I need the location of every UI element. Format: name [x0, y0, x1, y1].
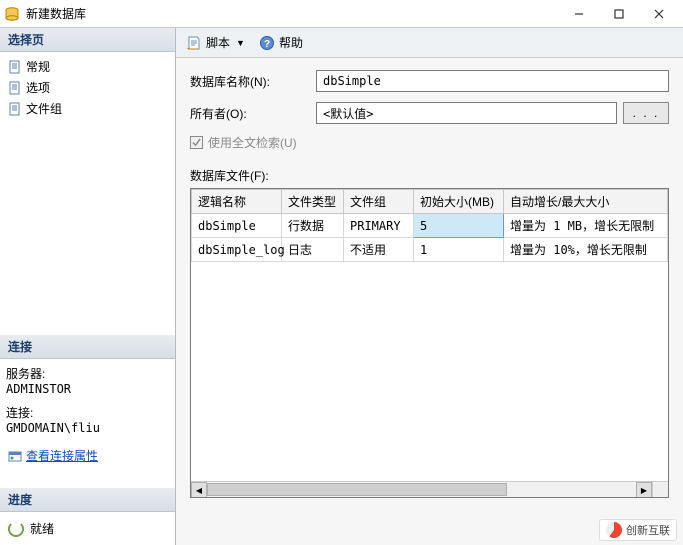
col-file-type[interactable]: 文件类型 — [282, 190, 344, 214]
database-icon — [4, 6, 20, 22]
watermark: 创新互联 — [599, 519, 677, 541]
titlebar: 新建数据库 — [0, 0, 683, 28]
status-text: 就绪 — [30, 520, 54, 537]
close-button[interactable] — [639, 1, 679, 27]
cell-name[interactable]: dbSimple — [192, 214, 282, 238]
connection-value: GMDOMAIN\fliu — [6, 421, 169, 435]
files-grid: 逻辑名称 文件类型 文件组 初始大小(MB) 自动增长/最大大小 dbSimpl… — [190, 188, 669, 498]
cell-type[interactable]: 行数据 — [282, 214, 344, 238]
page-icon — [8, 81, 22, 95]
cell-group[interactable]: 不适用 — [344, 238, 414, 262]
db-name-label: 数据库名称(N): — [190, 73, 316, 90]
db-name-input[interactable] — [316, 70, 669, 92]
help-icon: ? — [259, 35, 275, 51]
cell-size[interactable]: 5 — [414, 214, 504, 238]
view-connection-props[interactable]: 查看连接属性 — [6, 445, 169, 466]
cell-growth[interactable]: 增量为 10%，增长无限制 — [504, 238, 668, 262]
sidebar: 选择页 常规 选项 文件组 连接 服务器: ADMINSTOR 连接: GMDO… — [0, 28, 176, 545]
scroll-track[interactable] — [207, 482, 636, 497]
cell-size[interactable]: 1 — [414, 238, 504, 262]
owner-browse-button[interactable]: . . . — [623, 102, 669, 124]
files-label: 数据库文件(F): — [190, 167, 669, 184]
fulltext-label: 使用全文检索(U) — [208, 134, 297, 151]
col-initial-size[interactable]: 初始大小(MB) — [414, 190, 504, 214]
view-connection-link[interactable]: 查看连接属性 — [26, 447, 98, 464]
fulltext-checkbox — [190, 136, 203, 149]
watermark-logo-icon — [606, 522, 622, 538]
page-icon — [8, 102, 22, 116]
help-label: 帮助 — [279, 34, 303, 51]
connection-label: 连接: — [6, 404, 169, 421]
toolbar: 脚本 ▼ ? 帮助 — [176, 28, 683, 58]
properties-icon — [8, 449, 22, 463]
svg-text:?: ? — [264, 39, 270, 50]
server-label: 服务器: — [6, 365, 169, 382]
sidebar-item-general[interactable]: 常规 — [6, 56, 169, 77]
cell-type[interactable]: 日志 — [282, 238, 344, 262]
page-icon — [8, 60, 22, 74]
scroll-left-button[interactable]: ◀ — [191, 482, 207, 498]
cell-group[interactable]: PRIMARY — [344, 214, 414, 238]
server-value: ADMINSTOR — [6, 382, 169, 396]
script-button[interactable]: 脚本 ▼ — [182, 32, 251, 53]
table-row[interactable]: dbSimple行数据PRIMARY5增量为 1 MB，增长无限制 — [192, 214, 668, 238]
script-icon — [186, 35, 202, 51]
sidebar-item-label: 常规 — [26, 58, 50, 75]
help-button[interactable]: ? 帮助 — [255, 32, 307, 53]
owner-label: 所有者(O): — [190, 105, 316, 122]
chevron-down-icon[interactable]: ▼ — [234, 38, 247, 48]
sidebar-item-filegroups[interactable]: 文件组 — [6, 98, 169, 119]
main-panel: 脚本 ▼ ? 帮助 数据库名称(N): 所有者(O): . . . — [176, 28, 683, 545]
status-ready: 就绪 — [6, 516, 169, 541]
maximize-button[interactable] — [599, 1, 639, 27]
progress-header: 进度 — [0, 488, 175, 512]
owner-input[interactable] — [316, 102, 617, 124]
watermark-text: 创新互联 — [626, 522, 670, 538]
scroll-right-button[interactable]: ▶ — [636, 482, 652, 498]
table-row[interactable]: dbSimple_log日志不适用1增量为 10%，增长无限制 — [192, 238, 668, 262]
scroll-thumb[interactable] — [207, 483, 507, 496]
progress-ring-icon — [8, 521, 24, 537]
col-logical-name[interactable]: 逻辑名称 — [192, 190, 282, 214]
fulltext-checkbox-row: 使用全文检索(U) — [190, 134, 669, 151]
col-filegroup[interactable]: 文件组 — [344, 190, 414, 214]
connection-header: 连接 — [0, 335, 175, 359]
sidebar-item-label: 文件组 — [26, 100, 62, 117]
col-autogrowth[interactable]: 自动增长/最大大小 — [504, 190, 668, 214]
horizontal-scrollbar[interactable]: ◀ ▶ — [191, 481, 652, 497]
scroll-corner — [652, 481, 668, 497]
cell-growth[interactable]: 增量为 1 MB，增长无限制 — [504, 214, 668, 238]
window-title: 新建数据库 — [26, 5, 559, 22]
sidebar-item-label: 选项 — [26, 79, 50, 96]
script-label: 脚本 — [206, 34, 230, 51]
minimize-button[interactable] — [559, 1, 599, 27]
check-icon — [192, 138, 201, 147]
select-page-header: 选择页 — [0, 28, 175, 52]
sidebar-item-options[interactable]: 选项 — [6, 77, 169, 98]
cell-name[interactable]: dbSimple_log — [192, 238, 282, 262]
